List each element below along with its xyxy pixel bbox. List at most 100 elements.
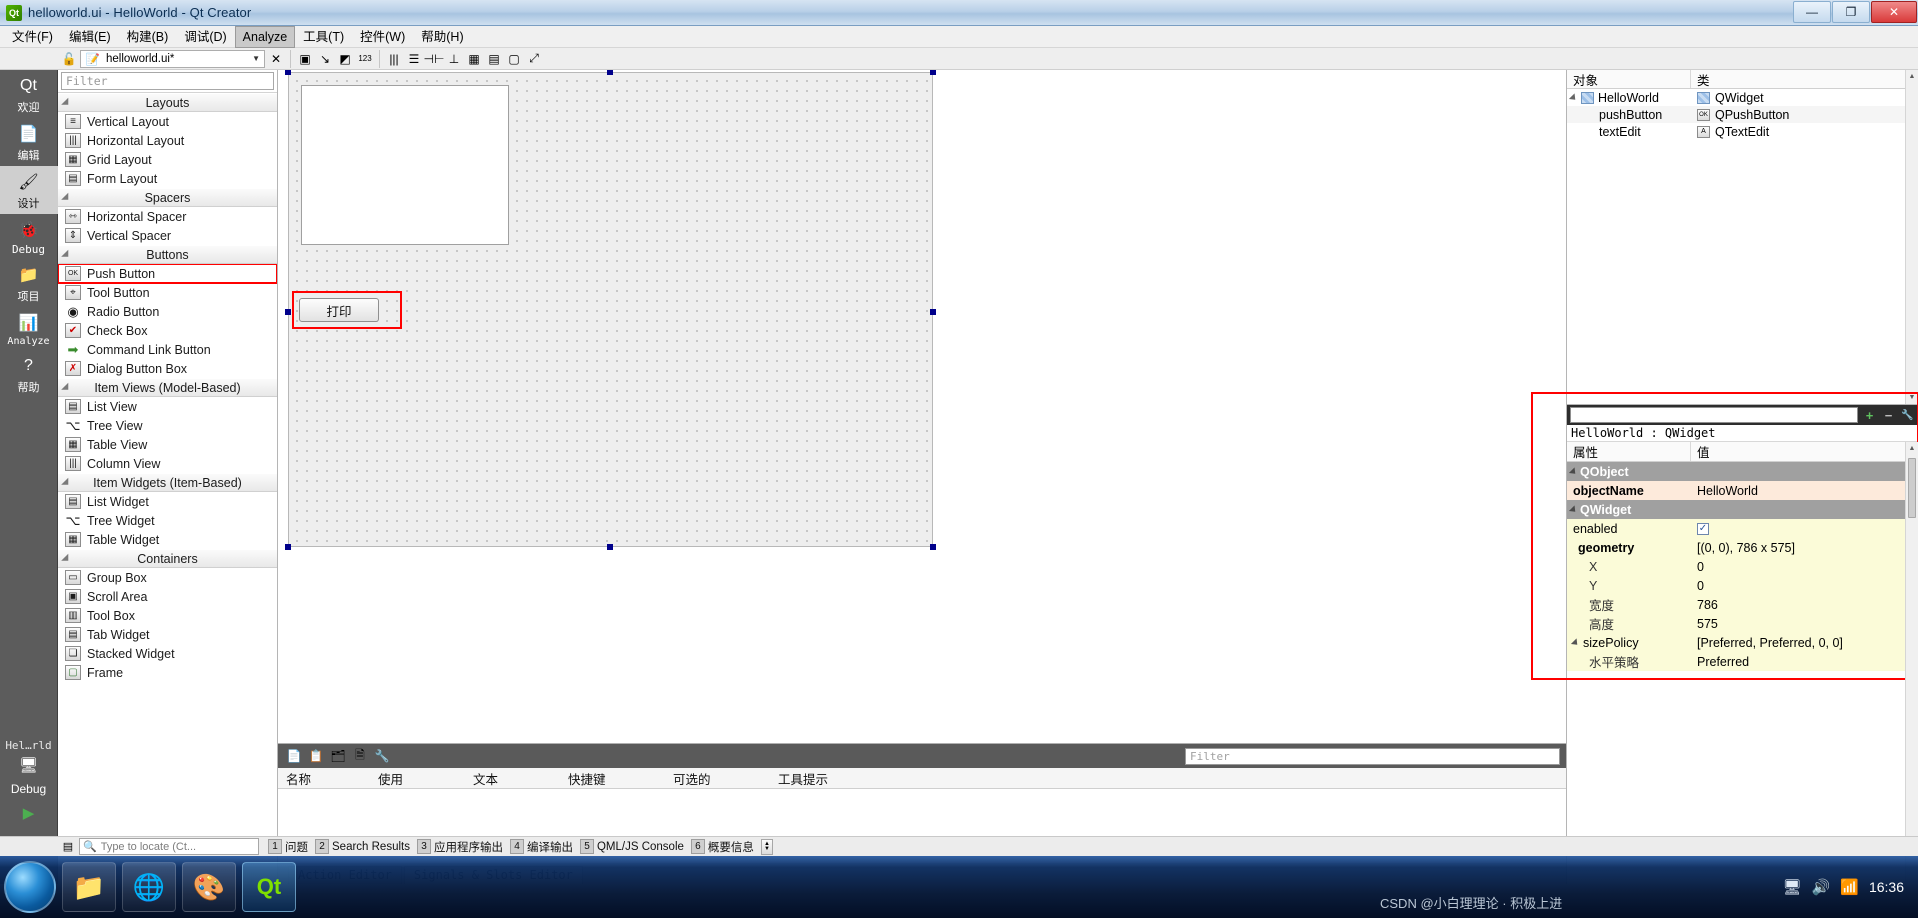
widget-table-view[interactable]: ▦ Table View (58, 435, 277, 454)
resize-handle-bc[interactable] (607, 544, 613, 550)
form-canvas[interactable]: 打印 (285, 70, 936, 550)
widget-tool-button[interactable]: ⌖ Tool Button (58, 283, 277, 302)
widget-box-filter[interactable]: Filter (61, 72, 274, 90)
property-value[interactable]: HelloWorld (1691, 484, 1918, 498)
kit-selector-icon[interactable]: 🖥 (16, 754, 42, 776)
menu-debug[interactable]: 调试(D) (176, 26, 234, 48)
delete-action-icon[interactable]: 🗎 (352, 748, 368, 764)
mode-analyze[interactable]: 📊 Analyze (0, 307, 58, 350)
start-button[interactable] (4, 861, 56, 913)
mode-welcome[interactable]: Qt 欢迎 (0, 70, 58, 118)
scroll-down-icon[interactable]: ▼ (1906, 391, 1918, 404)
mode-help[interactable]: ? 帮助 (0, 350, 58, 398)
taskbar-app-explorer[interactable]: 📁 (62, 862, 116, 912)
property-value[interactable]: 0 (1691, 579, 1918, 593)
output-pane-overview[interactable]: 6 概要信息 (690, 839, 758, 855)
property-filter-input[interactable] (1570, 407, 1858, 423)
enabled-checkbox[interactable]: ✓ (1697, 522, 1709, 535)
output-pane-spinner[interactable]: ▲ ▼ (760, 838, 773, 855)
menu-edit[interactable]: 编辑(E) (61, 26, 119, 48)
layout-grid-icon[interactable]: ▦ (465, 50, 483, 68)
edit-buddies-icon[interactable]: ◩ (336, 50, 354, 68)
mode-design[interactable]: 🖌 设计 (0, 166, 58, 214)
resize-handle-tc[interactable] (607, 70, 613, 75)
file-selector-combo[interactable]: 📝 helloworld.ui* ▼ (80, 49, 265, 68)
widget-vertical-spacer[interactable]: ⇕ Vertical Spacer (58, 226, 277, 245)
widgetbox-group-spacers[interactable]: Spacers (58, 188, 277, 207)
property-enabled[interactable]: enabled ✓ (1567, 519, 1918, 538)
close-document-icon[interactable]: ✕ (267, 50, 285, 68)
lock-icon[interactable]: 🔓 (60, 50, 78, 68)
property-value[interactable]: 786 (1691, 598, 1918, 612)
widget-vertical-layout[interactable]: ≡ Vertical Layout (58, 112, 277, 131)
layout-splitter-v-icon[interactable]: ⊥ (445, 50, 463, 68)
action-editor-filter[interactable]: Filter (1185, 747, 1560, 765)
mode-edit[interactable]: 📄 编辑 (0, 118, 58, 166)
expand-triangle-icon[interactable] (1568, 92, 1579, 103)
sidebar-toggle-icon[interactable]: ▤ (60, 839, 76, 855)
resize-handle-tl[interactable] (285, 70, 291, 75)
edit-tab-order-icon[interactable]: 123 (356, 50, 374, 68)
resize-handle-bl[interactable] (285, 544, 291, 550)
chevron-down-icon[interactable]: ▼ (252, 54, 260, 63)
property-geometry[interactable]: geometry [(0, 0), 786 x 575] (1567, 538, 1918, 557)
property-geometry-y[interactable]: Y 0 (1567, 576, 1918, 595)
property-value[interactable]: Preferred (1691, 655, 1918, 669)
output-pane-qml-js-console[interactable]: 5 QML/JS Console (579, 839, 688, 854)
active-project-label[interactable]: Hel…rld (5, 737, 51, 754)
widgetbox-group-item-widgets[interactable]: Item Widgets (Item-Based) (58, 473, 277, 492)
taskbar-app-media[interactable]: 🎨 (182, 862, 236, 912)
taskbar-clock[interactable]: 16:36 (1869, 879, 1904, 895)
widget-list-widget[interactable]: ▤ List Widget (58, 492, 277, 511)
locator-input[interactable]: 🔍 Type to locate (Ct... (79, 838, 259, 855)
object-row-textedit[interactable]: textEdit A QTextEdit (1567, 123, 1918, 140)
property-value[interactable]: 0 (1691, 560, 1918, 574)
close-button[interactable]: ✕ (1871, 1, 1917, 23)
output-pane-search-results[interactable]: 2 Search Results (315, 839, 414, 854)
property-value[interactable]: 575 (1691, 617, 1918, 631)
widget-horizontal-spacer[interactable]: ⇿ Horizontal Spacer (58, 207, 277, 226)
object-row-helloworld[interactable]: HelloWorld QWidget (1567, 89, 1918, 106)
run-button[interactable]: ▶ (16, 802, 42, 824)
widget-push-button[interactable]: OK Push Button (58, 263, 277, 284)
property-group-qwidget[interactable]: QWidget (1567, 500, 1918, 519)
output-pane-issues[interactable]: 1 问题 (268, 839, 312, 855)
add-property-icon[interactable]: + (1862, 408, 1877, 423)
widget-tree-widget[interactable]: ⌥ Tree Widget (58, 511, 277, 530)
expand-triangle-icon[interactable] (1570, 545, 1576, 551)
widget-tool-box[interactable]: ▥ Tool Box (58, 606, 277, 625)
break-layout-icon[interactable]: ▢ (505, 50, 523, 68)
object-row-pushbutton[interactable]: pushButton OK QPushButton (1567, 106, 1918, 123)
widget-horizontal-layout[interactable]: ||| Horizontal Layout (58, 131, 277, 150)
new-action-icon[interactable]: 📄 (286, 748, 302, 764)
menu-analyze[interactable]: Analyze (234, 25, 296, 48)
widget-dialog-button-box[interactable]: ✗ Dialog Button Box (58, 359, 277, 378)
menu-window[interactable]: 控件(W) (352, 26, 413, 48)
property-geometry-width[interactable]: 宽度 786 (1567, 595, 1918, 614)
resize-handle-tr[interactable] (930, 70, 936, 75)
widgetbox-group-item-views[interactable]: Item Views (Model-Based) (58, 378, 277, 397)
form-editor[interactable]: 打印 (278, 70, 1566, 744)
maximize-button[interactable]: ❐ (1832, 1, 1870, 23)
property-editor-scrollbar[interactable]: ▲ (1905, 442, 1918, 884)
object-inspector-scrollbar[interactable]: ▲ ▼ (1905, 70, 1918, 404)
widget-table-widget[interactable]: ▦ Table Widget (58, 530, 277, 549)
widget-tree-view[interactable]: ⌥ Tree View (58, 416, 277, 435)
configure-property-icon[interactable]: 🔧 (1900, 408, 1915, 423)
output-pane-compile-output[interactable]: 4 编译输出 (509, 839, 577, 855)
form-textedit-widget[interactable] (301, 85, 509, 245)
edit-widgets-icon[interactable]: ▣ (296, 50, 314, 68)
widget-column-view[interactable]: ||| Column View (58, 454, 277, 473)
widget-form-layout[interactable]: ▤ Form Layout (58, 169, 277, 188)
menu-file[interactable]: 文件(F) (4, 26, 61, 48)
expand-triangle-icon[interactable] (1570, 637, 1581, 648)
output-pane-application-output[interactable]: 3 应用程序输出 (416, 839, 507, 855)
widget-frame[interactable]: ▢ Frame (58, 663, 277, 682)
network-icon[interactable]: 📶 (1840, 878, 1859, 896)
layout-form-icon[interactable]: ▤ (485, 50, 503, 68)
scroll-thumb[interactable] (1908, 458, 1916, 518)
property-sizepolicy[interactable]: sizePolicy [Preferred, Preferred, 0, 0] (1567, 633, 1918, 652)
monitor-icon[interactable]: 🖥 (1783, 878, 1802, 896)
copy-action-icon[interactable]: 📋 (308, 748, 324, 764)
mode-debug[interactable]: 🐞 Debug (0, 214, 58, 259)
